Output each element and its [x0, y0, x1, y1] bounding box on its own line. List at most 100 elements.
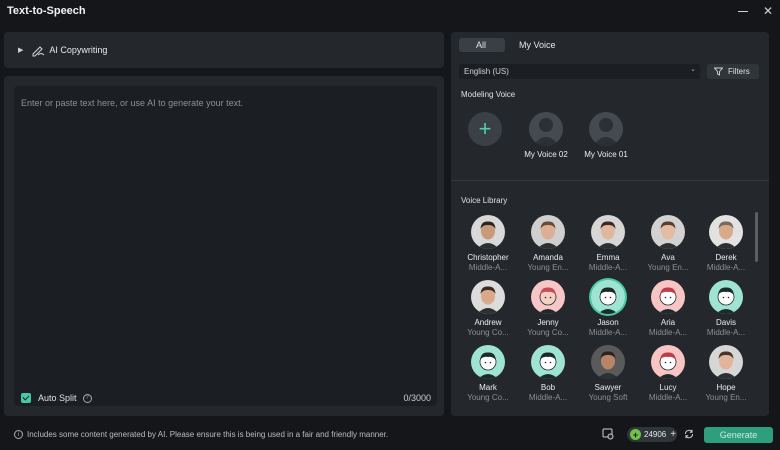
close-button[interactable]: ✕	[760, 3, 776, 19]
tab-my-voice[interactable]: My Voice	[507, 38, 568, 52]
plus-icon: +	[478, 116, 492, 141]
voice-description: Young En...	[705, 393, 747, 402]
credits-badge[interactable]: + 24906 +	[627, 427, 677, 442]
minimize-icon	[738, 10, 748, 12]
voice-portrait-icon	[538, 287, 558, 314]
voice-avatar[interactable]	[531, 345, 565, 379]
minimize-button[interactable]	[735, 3, 751, 19]
voice-avatar[interactable]	[591, 280, 625, 314]
voice-description: Young En...	[647, 263, 689, 272]
help-icon[interactable]: ?	[82, 393, 92, 403]
voice-portrait-icon	[478, 352, 498, 379]
voice-portrait-icon	[715, 351, 737, 379]
voice-portrait-icon	[657, 221, 679, 249]
voice-name: Hope	[716, 383, 736, 392]
chevron-down-icon: ⌄	[690, 66, 696, 73]
voice-portrait-icon	[597, 221, 619, 249]
voice-avatar[interactable]	[531, 215, 565, 249]
voice-portrait-icon	[658, 352, 678, 379]
voice-description: Middle-A...	[648, 328, 688, 337]
tab-all[interactable]: All	[459, 38, 505, 52]
voice-description: Middle-A...	[588, 263, 628, 272]
voice-avatar[interactable]	[471, 280, 505, 314]
text-placeholder: Enter or paste text here, or use AI to g…	[21, 98, 244, 108]
text-editor-panel: Enter or paste text here, or use AI to g…	[4, 76, 444, 416]
voice-avatar[interactable]	[709, 280, 743, 314]
voice-description: Middle-A...	[588, 328, 628, 337]
ai-pen-icon	[32, 46, 45, 57]
voice-name: Mark	[479, 383, 497, 392]
voice-avatar[interactable]	[471, 345, 505, 379]
info-icon: i	[14, 430, 23, 439]
voice-name: Derek	[715, 253, 737, 262]
voice-name: Christopher	[467, 253, 509, 262]
voice-description: Young Co...	[467, 328, 509, 337]
my-voice-01-name: My Voice 01	[584, 150, 628, 159]
voice-portrait-icon	[537, 221, 559, 249]
voice-avatar[interactable]	[651, 345, 685, 379]
my-voice-02-avatar[interactable]	[529, 112, 563, 146]
voice-avatar[interactable]	[591, 345, 625, 379]
voice-name: Jason	[597, 318, 619, 327]
voice-portrait-icon	[538, 352, 558, 379]
voice-description: Middle-A...	[648, 393, 688, 402]
voice-name: Jenny	[537, 318, 559, 327]
user-silhouette-icon	[593, 118, 619, 146]
voice-portrait-icon	[477, 286, 499, 314]
auto-split-checkbox[interactable]	[21, 393, 31, 403]
voice-panel: All My Voice English (US) ⌄ Filters Mode…	[451, 32, 769, 416]
my-voice-02-name: My Voice 02	[524, 150, 568, 159]
add-voice-button[interactable]: +	[468, 112, 502, 146]
voice-description: Middle-A...	[706, 328, 746, 337]
language-select[interactable]: English (US) ⌄	[459, 64, 700, 79]
voice-name: Bob	[540, 383, 556, 392]
voice-avatar[interactable]	[709, 215, 743, 249]
ai-copywriting-label: AI Copywriting	[49, 45, 108, 55]
auto-split-label: Auto Split	[38, 393, 77, 403]
close-icon: ✕	[762, 4, 774, 18]
voice-description: Young Soft	[588, 393, 628, 402]
voice-tabs: All My Voice	[459, 38, 568, 52]
voice-portrait-icon	[715, 221, 737, 249]
auto-split-toggle[interactable]: Auto Split ?	[21, 393, 92, 403]
window-title: Text-to-Speech	[7, 5, 86, 17]
library-scrollbar[interactable]	[755, 212, 758, 262]
ai-notice-text: Includes some content generated by AI. P…	[27, 430, 389, 439]
voice-portrait-icon	[598, 287, 618, 314]
ai-copywriting-panel[interactable]: ▶ AI Copywriting	[4, 32, 444, 68]
language-value: English (US)	[464, 67, 509, 76]
voice-name: Amanda	[533, 253, 563, 262]
voice-name: Davis	[715, 318, 736, 327]
voice-name: Lucy	[659, 383, 677, 392]
voice-avatar[interactable]	[531, 280, 565, 314]
my-voice-01-avatar[interactable]	[589, 112, 623, 146]
voice-description: Young Co...	[467, 393, 509, 402]
credits-value: 24906	[644, 430, 667, 439]
ai-notice: i Includes some content generated by AI.…	[14, 430, 388, 439]
voice-name: Ava	[661, 253, 675, 262]
voice-description: Middle-A...	[468, 263, 508, 272]
expand-caret-icon: ▶	[18, 47, 24, 54]
filters-button[interactable]: Filters	[707, 64, 759, 79]
section-divider	[451, 180, 769, 181]
character-counter: 0/3000	[403, 393, 431, 403]
filters-label: Filters	[728, 67, 750, 76]
voice-description: Middle-A...	[528, 393, 568, 402]
preview-icon[interactable]	[602, 428, 614, 440]
refresh-icon[interactable]	[683, 428, 695, 440]
voice-avatar[interactable]	[651, 280, 685, 314]
voice-avatar[interactable]	[709, 345, 743, 379]
voice-portrait-icon	[597, 351, 619, 379]
filter-icon	[714, 67, 723, 76]
generate-button[interactable]: Generate	[704, 427, 773, 443]
voice-description: Young En...	[527, 263, 569, 272]
voice-avatar[interactable]	[591, 215, 625, 249]
voice-name: Sawyer	[594, 383, 622, 392]
voice-description: Young Co...	[527, 328, 569, 337]
voice-avatar[interactable]	[651, 215, 685, 249]
voice-name: Aria	[660, 318, 676, 327]
voice-avatar[interactable]	[471, 215, 505, 249]
voice-portrait-icon	[477, 221, 499, 249]
modeling-voice-title: Modeling Voice	[461, 90, 516, 99]
text-input-area[interactable]: Enter or paste text here, or use AI to g…	[14, 86, 437, 406]
